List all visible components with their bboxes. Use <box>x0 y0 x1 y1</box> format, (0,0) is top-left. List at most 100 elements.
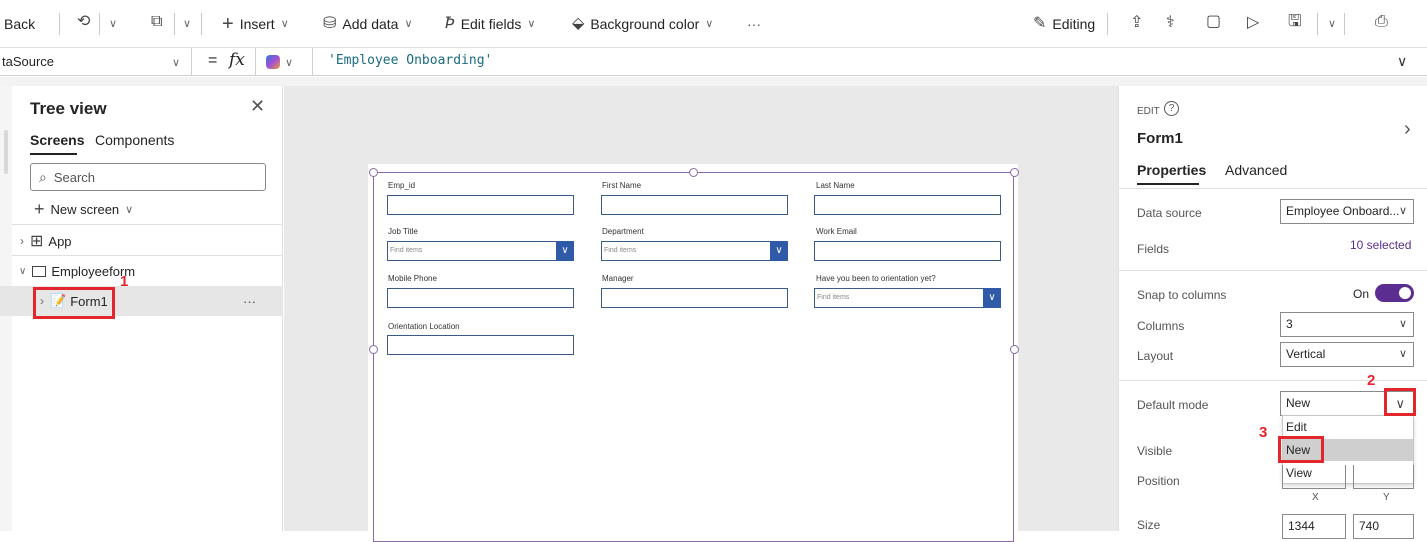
tree-item-app[interactable]: › ⊞ App <box>0 226 283 256</box>
field-emp-id-input[interactable] <box>387 195 574 215</box>
add-data-label: Add data <box>342 15 399 32</box>
field-manager-input[interactable] <box>601 288 788 308</box>
back-button[interactable]: Back <box>4 16 35 32</box>
chevron-down-icon[interactable]: ∨ <box>983 288 1001 308</box>
background-color-button[interactable]: ⬙ Background color ∨ <box>572 15 714 32</box>
tab-properties[interactable]: Properties <box>1137 162 1206 178</box>
resize-handle[interactable] <box>369 168 378 177</box>
annotation-box-3 <box>1278 436 1324 463</box>
chevron-down-icon[interactable]: ∨ <box>285 56 293 69</box>
size-width-input[interactable]: 1344 <box>1282 514 1346 539</box>
chevron-down-icon: ∨ <box>705 18 714 30</box>
fields-edit-link[interactable]: 10 selected <box>1350 238 1411 252</box>
option-edit[interactable]: Edit <box>1283 416 1413 438</box>
expand-formula-icon[interactable]: ∨ <box>1397 53 1407 70</box>
tree-item-employeeform[interactable]: ∨ Employeeform <box>0 256 283 286</box>
save-icon[interactable]: 🖫 <box>1288 14 1302 30</box>
resize-handle[interactable] <box>1010 168 1019 177</box>
more-options-button[interactable]: ··· <box>243 294 256 309</box>
divider <box>1344 13 1345 35</box>
snap-toggle[interactable] <box>1375 284 1414 302</box>
field-mobile-phone-input[interactable] <box>387 288 574 308</box>
toggle-knob <box>1399 287 1411 299</box>
insert-button[interactable]: + Insert ∨ <box>222 14 289 34</box>
editing-button[interactable]: ✎ Editing <box>1033 14 1096 32</box>
columns-label: Columns <box>1137 319 1185 333</box>
resize-handle[interactable] <box>1010 345 1019 354</box>
close-icon[interactable]: ✕ <box>250 96 265 117</box>
back-label: Back <box>4 15 36 32</box>
field-orientation-dropdown[interactable]: Find items ∨ <box>814 288 1001 308</box>
chevron-down-icon: ∨ <box>1398 318 1407 330</box>
tab-advanced[interactable]: Advanced <box>1225 162 1287 178</box>
data-source-value: Employee Onboard... <box>1286 204 1400 218</box>
field-last-name-input[interactable] <box>814 195 1001 215</box>
play-icon[interactable]: ▷ <box>1247 15 1259 31</box>
divider <box>312 48 313 75</box>
tab-screens[interactable]: Screens <box>30 132 84 148</box>
field-first-name-input[interactable] <box>601 195 788 215</box>
tab-components[interactable]: Components <box>95 132 174 148</box>
editing-label: Editing <box>1052 15 1096 32</box>
layout-value: Vertical <box>1286 347 1326 361</box>
copilot-icon[interactable] <box>266 55 280 69</box>
layout-select[interactable]: Vertical ∨ <box>1280 342 1414 367</box>
default-mode-value: New <box>1286 396 1311 410</box>
default-mode-label: Default mode <box>1137 398 1209 412</box>
field-label: Job Title <box>388 227 418 236</box>
canvas[interactable]: Emp_id First Name Last Name Job Title Fi… <box>284 86 1118 542</box>
app-checker-icon[interactable]: ⚕ <box>1166 15 1175 31</box>
position-y-input[interactable] <box>1353 465 1414 489</box>
edit-fields-button[interactable]: Ꝥ Edit fields ∨ <box>445 15 536 32</box>
chevron-down-icon[interactable]: ∨ <box>183 17 191 30</box>
formula-input[interactable]: 'Employee Onboarding' <box>328 53 492 68</box>
screen-icon <box>32 265 47 277</box>
share-icon[interactable]: ⇪ <box>1130 15 1143 31</box>
chevron-down-icon: ∨ <box>280 18 289 30</box>
pencil-icon: ✎ <box>1033 14 1047 32</box>
gap-strip <box>0 77 1427 86</box>
annotation-box-2 <box>1384 388 1416 416</box>
collapse-panel-icon[interactable]: › <box>1404 118 1411 141</box>
search-input[interactable]: ⌕ Search <box>30 163 266 191</box>
chevron-down-icon: ∨ <box>1398 348 1407 360</box>
field-job-title-dropdown[interactable]: Find items ∨ <box>387 241 574 261</box>
chevron-down-icon[interactable]: ∨ <box>109 17 117 30</box>
chevron-down-icon: ∨ <box>404 18 413 30</box>
size-height-input[interactable]: 740 <box>1353 514 1414 539</box>
fx-icon: fx <box>229 50 245 70</box>
comment-icon[interactable]: ▢ <box>1206 14 1221 30</box>
chevron-down-icon: ∨ <box>527 18 536 30</box>
chevron-down-icon[interactable]: ∨ <box>1328 17 1336 30</box>
form1-selection[interactable] <box>373 172 1014 542</box>
columns-select[interactable]: 3 ∨ <box>1280 312 1414 337</box>
more-options-button[interactable]: ··· <box>747 16 761 32</box>
resize-handle[interactable] <box>689 168 698 177</box>
field-department-dropdown[interactable]: Find items ∨ <box>601 241 788 261</box>
tree-item-label: App <box>48 233 72 249</box>
add-data-button[interactable]: ⛁ Add data ∨ <box>323 15 413 32</box>
property-name: taSource <box>2 54 55 69</box>
publish-icon[interactable]: ⎙ <box>1375 14 1388 30</box>
position-x-input[interactable] <box>1282 465 1346 489</box>
field-work-email-input[interactable] <box>814 241 1001 261</box>
data-source-select[interactable]: Employee Onboard... ∨ <box>1280 199 1414 224</box>
resize-handle[interactable] <box>369 345 378 354</box>
formula-bar: taSource ∨ = fx ∨ 'Employee Onboarding' … <box>0 48 1427 76</box>
chevron-down-icon[interactable]: ∨ <box>770 241 788 261</box>
edit-label: EDIT <box>1137 106 1160 117</box>
chevron-down-icon[interactable]: ∨ <box>556 241 574 261</box>
help-icon[interactable]: ? <box>1164 101 1179 116</box>
field-label: Have you been to orientation yet? <box>816 274 936 283</box>
field-label: Work Email <box>816 227 857 236</box>
property-selector[interactable]: taSource ∨ <box>0 48 192 75</box>
search-placeholder: Search <box>53 169 96 185</box>
undo-icon[interactable]: ⟲ <box>77 14 90 30</box>
field-orientation-location-input[interactable] <box>387 335 574 355</box>
new-screen-button[interactable]: + New screen ∨ <box>34 199 133 220</box>
screen-employeeform[interactable]: Emp_id First Name Last Name Job Title Fi… <box>368 164 1019 542</box>
plus-icon: + <box>222 12 234 35</box>
paste-icon[interactable]: ⧉ <box>151 14 162 30</box>
divider <box>174 13 175 35</box>
background-color-label: Background color <box>590 15 700 32</box>
